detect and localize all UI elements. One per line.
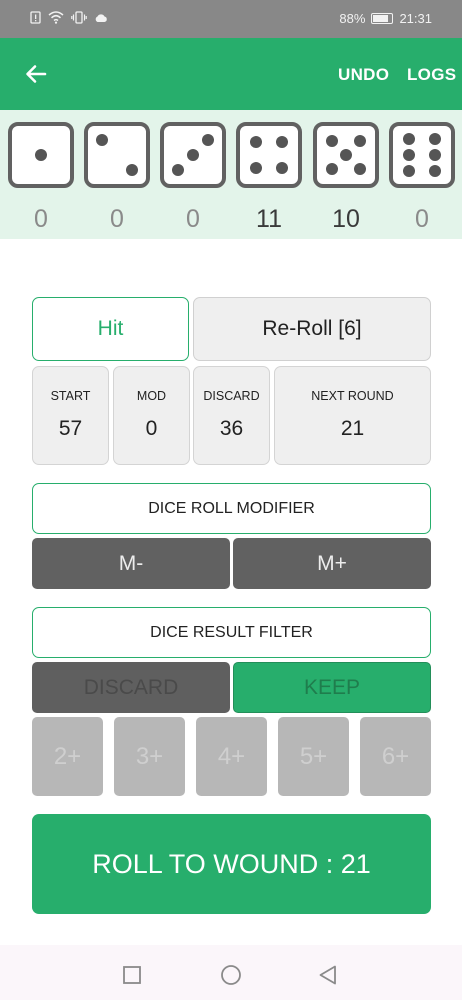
die-count-three: 0 — [186, 205, 200, 233]
die-column-one: 0 — [8, 122, 74, 234]
status-bar: 88% 21:31 — [0, 0, 462, 38]
die-face-one-icon[interactable] — [8, 122, 74, 188]
system-nav-bar — [0, 945, 462, 1000]
home-icon[interactable] — [219, 963, 243, 987]
die-column-five: 10 — [313, 122, 379, 234]
stat-start-label: START — [50, 389, 91, 403]
battery-percent: 88% — [339, 11, 366, 26]
die-column-two: 0 — [84, 122, 150, 234]
vibrate-icon — [71, 11, 87, 27]
dice-roll-modifier-button[interactable]: DICE ROLL MODIFIER — [32, 483, 431, 534]
sim-alert-icon — [30, 11, 41, 27]
die-count-six: 0 — [415, 205, 429, 233]
logs-button[interactable]: LOGS — [407, 65, 456, 85]
dice-summary: 0 0 0 11 10 0 — [0, 110, 462, 239]
stat-start: START 57 — [32, 366, 109, 465]
die-count-five: 10 — [332, 205, 360, 233]
recent-apps-icon[interactable] — [120, 963, 144, 987]
roll-to-wound-button[interactable]: ROLL TO WOUND : 21 — [32, 814, 431, 914]
stat-next-round-label: NEXT ROUND — [311, 389, 394, 403]
filter-option-3plus[interactable]: 3+ — [114, 717, 185, 796]
stat-mod-label: MOD — [136, 389, 167, 403]
filter-option-5plus[interactable]: 5+ — [278, 717, 349, 796]
die-column-four: 11 — [236, 122, 302, 234]
stat-discard-value: 36 — [219, 417, 244, 440]
stat-next-round: NEXT ROUND 21 — [274, 366, 431, 465]
die-column-six: 0 — [389, 122, 455, 234]
filter-option-4plus[interactable]: 4+ — [196, 717, 267, 796]
hit-button[interactable]: Hit — [32, 297, 189, 361]
arrow-left-icon — [26, 65, 47, 83]
back-triangle-icon[interactable] — [316, 963, 340, 987]
battery-icon — [371, 13, 394, 24]
dice-result-filter-button[interactable]: DICE RESULT FILTER — [32, 607, 431, 658]
undo-button[interactable]: UNDO — [338, 65, 389, 85]
back-button[interactable] — [20, 58, 52, 90]
die-face-five-icon[interactable] — [313, 122, 379, 188]
filter-discard-button[interactable]: DISCARD — [32, 662, 230, 713]
die-count-four: 11 — [256, 205, 282, 233]
die-count-one: 0 — [34, 205, 48, 233]
app-bar: UNDO LOGS — [0, 38, 462, 110]
die-face-two-icon[interactable] — [84, 122, 150, 188]
die-count-two: 0 — [110, 205, 124, 233]
die-face-three-icon[interactable] — [160, 122, 226, 188]
reroll-button[interactable]: Re-Roll [6] — [193, 297, 431, 361]
stat-start-value: 57 — [58, 417, 83, 440]
stat-mod-value: 0 — [145, 417, 158, 440]
die-face-four-icon[interactable] — [236, 122, 302, 188]
status-time: 21:31 — [399, 11, 432, 26]
wifi-icon — [48, 11, 64, 27]
status-icons — [30, 11, 108, 27]
stat-mod: MOD 0 — [113, 366, 190, 465]
status-right: 88% 21:31 — [339, 11, 432, 26]
filter-keep-button[interactable]: KEEP — [233, 662, 431, 713]
filter-option-2plus[interactable]: 2+ — [32, 717, 103, 796]
modifier-plus-button[interactable]: M+ — [233, 538, 431, 589]
cloud-icon — [94, 12, 108, 26]
stat-discard: DISCARD 36 — [193, 366, 270, 465]
die-column-three: 0 — [160, 122, 226, 234]
stat-next-round-value: 21 — [340, 417, 365, 440]
stat-discard-label: DISCARD — [203, 389, 260, 403]
modifier-minus-button[interactable]: M- — [32, 538, 230, 589]
die-face-six-icon[interactable] — [389, 122, 455, 188]
filter-option-6plus[interactable]: 6+ — [360, 717, 431, 796]
